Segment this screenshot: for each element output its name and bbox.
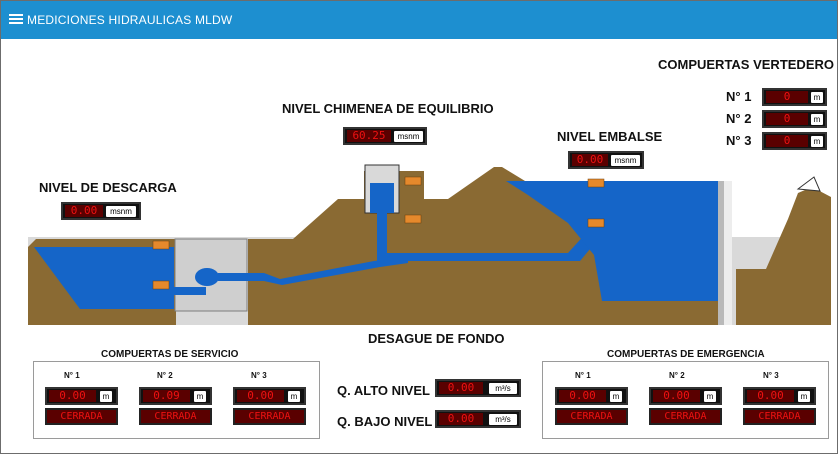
vertedero-1-value: 0: [766, 91, 808, 103]
vertedero-1-label: N° 1: [726, 89, 752, 104]
emergencia-3-display: 0.00 m: [743, 387, 816, 405]
vertedero-2-value: 0: [766, 113, 808, 125]
emergencia-1-label: N° 1: [575, 371, 591, 380]
emergencia-2-unit: m: [704, 391, 716, 402]
tag-chimenea-level: [404, 176, 422, 186]
emergencia-2-display: 0.00 m: [649, 387, 722, 405]
emergencia-2-label: N° 2: [669, 371, 685, 380]
servicio-1-value: 0.00: [49, 390, 96, 402]
nivel-chimenea-title: NIVEL CHIMENEA DE EQUILIBRIO: [282, 101, 494, 116]
emergencia-3-unit: m: [798, 391, 810, 402]
emergencia-3-label: N° 3: [763, 371, 779, 380]
servicio-2-unit: m: [194, 391, 206, 402]
emergencia-1-display: 0.00 m: [555, 387, 628, 405]
servicio-3-unit: m: [288, 391, 300, 402]
app-title: MEDICIONES HIDRAULICAS MLDW: [27, 13, 233, 27]
tag-chimenea-low: [404, 214, 422, 224]
vertedero-2-display: 0 m: [762, 110, 827, 128]
q-alto-value: 0.00: [439, 382, 483, 394]
spillway-pier: [718, 181, 724, 325]
vertedero-3-value: 0: [766, 135, 808, 147]
q-bajo-display: 0.00 m³/s: [435, 410, 521, 428]
servicio-2-display: 0.09 m: [139, 387, 212, 405]
chimenea-unit: msnm: [394, 131, 423, 142]
vertedero-1-display: 0 m: [762, 88, 827, 106]
radial-gate-icon: [796, 176, 821, 192]
q-bajo-label: Q. BAJO NIVEL: [337, 414, 433, 429]
q-alto-display: 0.00 m³/s: [435, 379, 521, 397]
surge-shaft: [377, 213, 387, 259]
tag-descarga-level: [152, 240, 170, 250]
servicio-2-value: 0.09: [143, 390, 190, 402]
servicio-3-value: 0.00: [237, 390, 284, 402]
servicio-1-label: N° 1: [64, 371, 80, 380]
servicio-1-status: CERRADA: [45, 408, 118, 425]
emergencia-1-value: 0.00: [559, 390, 606, 402]
servicio-1-display: 0.00 m: [45, 387, 118, 405]
compuertas-servicio-title: COMPUERTAS DE SERVICIO: [101, 349, 239, 360]
emergencia-2-status: CERRADA: [649, 408, 722, 425]
tag-embalse-low: [587, 218, 605, 228]
vertedero-1-unit: m: [811, 92, 823, 103]
tag-descarga-low: [152, 280, 170, 290]
hamburger-menu-icon[interactable]: [9, 12, 23, 28]
draft-tube: [172, 287, 206, 295]
turbine-casing: [195, 268, 219, 286]
vertedero-3-display: 0 m: [762, 132, 827, 150]
compuertas-emergencia-title: COMPUERTAS DE EMERGENCIA: [607, 349, 765, 360]
servicio-2-status: CERRADA: [139, 408, 212, 425]
surge-chamber-water: [370, 183, 394, 213]
emergencia-3-status: CERRADA: [743, 408, 816, 425]
app-window: MEDICIONES HIDRAULICAS MLDW COMPUERTAS V…: [0, 0, 838, 454]
spillway-gap: [724, 181, 732, 325]
vertedero-2-unit: m: [811, 114, 823, 125]
q-bajo-unit: m³/s: [489, 414, 517, 425]
servicio-2-label: N° 2: [157, 371, 173, 380]
nivel-embalse-title: NIVEL EMBALSE: [557, 129, 663, 144]
servicio-3-label: N° 3: [251, 371, 267, 380]
chimenea-value: 60.25: [347, 130, 391, 142]
compuertas-vertedero-title: COMPUERTAS VERTEDERO: [658, 57, 834, 72]
q-bajo-value: 0.00: [439, 413, 483, 425]
chimenea-display: 60.25 msnm: [343, 127, 427, 145]
emergencia-3-value: 0.00: [747, 390, 794, 402]
servicio-3-display: 0.00 m: [233, 387, 306, 405]
emergencia-2-value: 0.00: [653, 390, 700, 402]
vertedero-3-unit: m: [811, 136, 823, 147]
dam-schematic: [28, 164, 831, 325]
servicio-3-status: CERRADA: [233, 408, 306, 425]
vertedero-3-label: N° 3: [726, 133, 752, 148]
tag-embalse-level: [587, 178, 605, 188]
top-bar: MEDICIONES HIDRAULICAS MLDW: [1, 1, 837, 39]
vertedero-2-label: N° 2: [726, 111, 752, 126]
desague-fondo-title: DESAGUE DE FONDO: [368, 331, 505, 346]
q-alto-unit: m³/s: [489, 383, 517, 394]
emergencia-1-unit: m: [610, 391, 622, 402]
q-alto-label: Q. ALTO NIVEL: [337, 383, 430, 398]
servicio-1-unit: m: [100, 391, 112, 402]
emergencia-1-status: CERRADA: [555, 408, 628, 425]
